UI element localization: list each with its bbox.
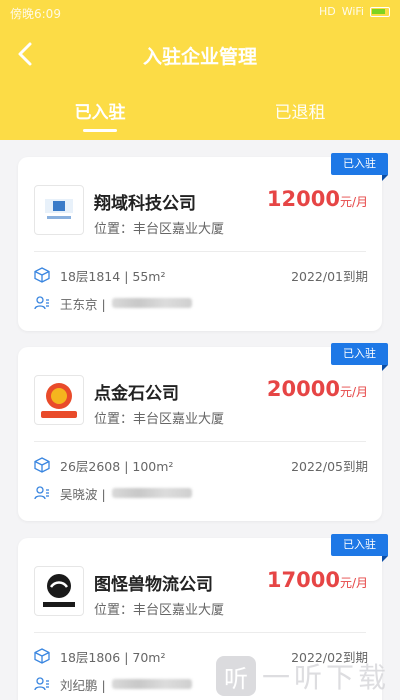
phone-redacted xyxy=(111,488,192,498)
signal-icon: HD xyxy=(318,5,336,18)
dianjinshi-logo-icon xyxy=(41,383,77,418)
company-location: 位置：丰台区嘉业大厦 xyxy=(94,603,225,618)
price-value: 17000 xyxy=(266,568,340,592)
company-name: 点金石公司 xyxy=(94,384,179,404)
box-icon xyxy=(34,648,50,664)
wifi-icon: WiFi xyxy=(341,5,364,18)
watermark-text: 一听下载 xyxy=(261,661,390,694)
box-icon xyxy=(34,457,50,473)
rent-price: 17000元/月 xyxy=(267,568,368,592)
room-info: 18层1806 | 70m² xyxy=(60,649,166,665)
phone-redacted xyxy=(111,298,192,308)
contact-name: 吴晓波 | xyxy=(60,486,106,502)
company-name: 翔域科技公司 xyxy=(94,194,196,214)
price-unit: 元/月 xyxy=(339,576,368,590)
company-location: 位置：丰台区嘉业大厦 xyxy=(94,222,225,237)
due-date: 2022/05到期 xyxy=(291,458,368,474)
status-bar: 傍晚6:09 HD WiFi xyxy=(0,0,400,26)
contact-icon xyxy=(34,295,50,311)
contact-row: 王东京 | xyxy=(34,293,368,313)
status-badge: 已入驻 xyxy=(331,534,388,562)
status-icons: HD WiFi xyxy=(319,5,390,18)
contact-icon xyxy=(34,485,50,501)
divider xyxy=(34,441,366,442)
company-logo xyxy=(34,185,84,235)
box-icon xyxy=(34,267,50,283)
watermark: 听 一听下载 xyxy=(215,656,390,696)
price-value: 20000 xyxy=(266,377,340,401)
nav-bar: 入驻企业管理 xyxy=(0,30,400,80)
battery-icon xyxy=(370,6,390,17)
tab-moved-out[interactable]: 已退租 xyxy=(240,98,360,123)
xiangyu-logo-icon xyxy=(45,199,73,219)
price-unit: 元/月 xyxy=(339,195,368,209)
company-logo xyxy=(34,375,84,425)
tab-checked-in[interactable]: 已入驻 xyxy=(40,98,160,123)
contact-name: 王东京 | xyxy=(60,296,106,312)
phone-redacted xyxy=(111,679,192,689)
status-time: 傍晚6:09 xyxy=(10,7,61,21)
divider xyxy=(34,251,366,252)
watermark-icon: 听 xyxy=(215,656,256,696)
contact-name: 刘纪鹏 | xyxy=(60,677,106,693)
company-name: 图怪兽物流公司 xyxy=(94,575,213,595)
room-info: 18层1814 | 55m² xyxy=(60,268,166,284)
contact-icon xyxy=(34,676,50,692)
status-badge: 已入驻 xyxy=(331,153,388,181)
divider xyxy=(34,632,366,633)
rent-price: 20000元/月 xyxy=(267,377,368,401)
header: 傍晚6:09 HD WiFi 入驻企业管理 已入驻 已退租 xyxy=(0,0,400,140)
tabs: 已入驻 已退租 xyxy=(0,92,400,132)
company-location: 位置：丰台区嘉业大厦 xyxy=(94,412,225,427)
price-unit: 元/月 xyxy=(339,385,368,399)
tab-active-indicator xyxy=(83,129,117,132)
company-logo xyxy=(34,566,84,616)
status-badge: 已入驻 xyxy=(331,343,388,371)
rent-price: 12000元/月 xyxy=(267,187,368,211)
due-date: 2022/01到期 xyxy=(291,268,368,284)
room-row: 18层1814 | 55m² 2022/01到期 xyxy=(34,265,368,285)
room-row: 26层2608 | 100m² 2022/05到期 xyxy=(34,455,368,475)
tuguaishou-logo-icon xyxy=(43,574,75,607)
page-title: 入驻企业管理 xyxy=(142,46,257,68)
company-card[interactable]: 已入驻 点金石公司 位置：丰台区嘉业大厦 20000元/月 26层2608 | … xyxy=(18,343,388,521)
contact-row: 吴晓波 | xyxy=(34,483,368,503)
room-info: 26层2608 | 100m² xyxy=(60,458,174,474)
company-card[interactable]: 已入驻 翔域科技公司 位置：丰台区嘉业大厦 12000元/月 18层1814 |… xyxy=(18,153,388,331)
price-value: 12000 xyxy=(266,187,340,211)
